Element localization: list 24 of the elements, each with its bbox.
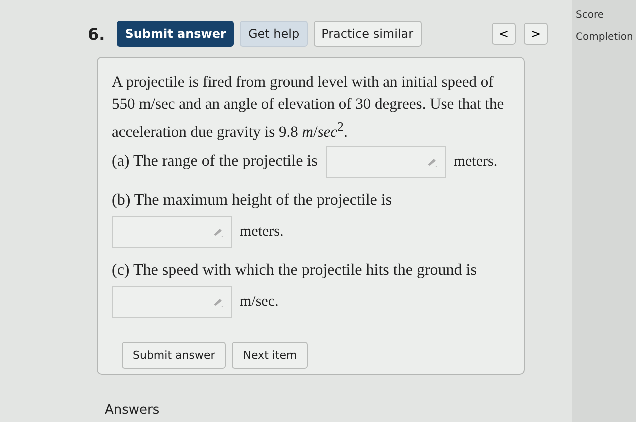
submit-button[interactable]: Submit answer (117, 21, 234, 47)
part-label: (c) The speed with which the projectile hits the ground is (112, 262, 477, 280)
unit-label: meters. (240, 224, 284, 241)
section-heading: Answers (105, 403, 161, 418)
action-button[interactable]: Submit answer (122, 342, 226, 370)
pencil-icon (213, 227, 225, 238)
part-label: (b) The maximum height of the projectile is (112, 192, 392, 210)
side-label: Score (576, 10, 606, 21)
action-button[interactable]: Next item (232, 342, 308, 370)
toolbar-button[interactable]: Get help (240, 21, 308, 47)
toolbar-button[interactable]: Practice similar (314, 21, 422, 47)
answer-field[interactable] (112, 216, 232, 248)
part-label: (a) The range of the projectile is (112, 153, 318, 172)
answer-field[interactable] (112, 286, 232, 318)
answer-field[interactable] (326, 146, 446, 178)
unit-label: m/sec. (240, 294, 279, 311)
pencil-icon (213, 297, 225, 308)
question-number: 6. (88, 24, 106, 44)
side-label: Completion (576, 32, 634, 43)
unit-label: meters. (454, 154, 498, 171)
pencil-icon (426, 157, 439, 168)
nav-button[interactable]: > (524, 23, 548, 45)
nav-button[interactable]: < (492, 23, 516, 45)
problem-text: A projectile is fired from ground level with an initial speed of 550 m/sec and an angle of elevation of 30 degrees. Use that the acceleration due gravity is 9.8 m/sec$^{2}$. (112, 73, 506, 144)
